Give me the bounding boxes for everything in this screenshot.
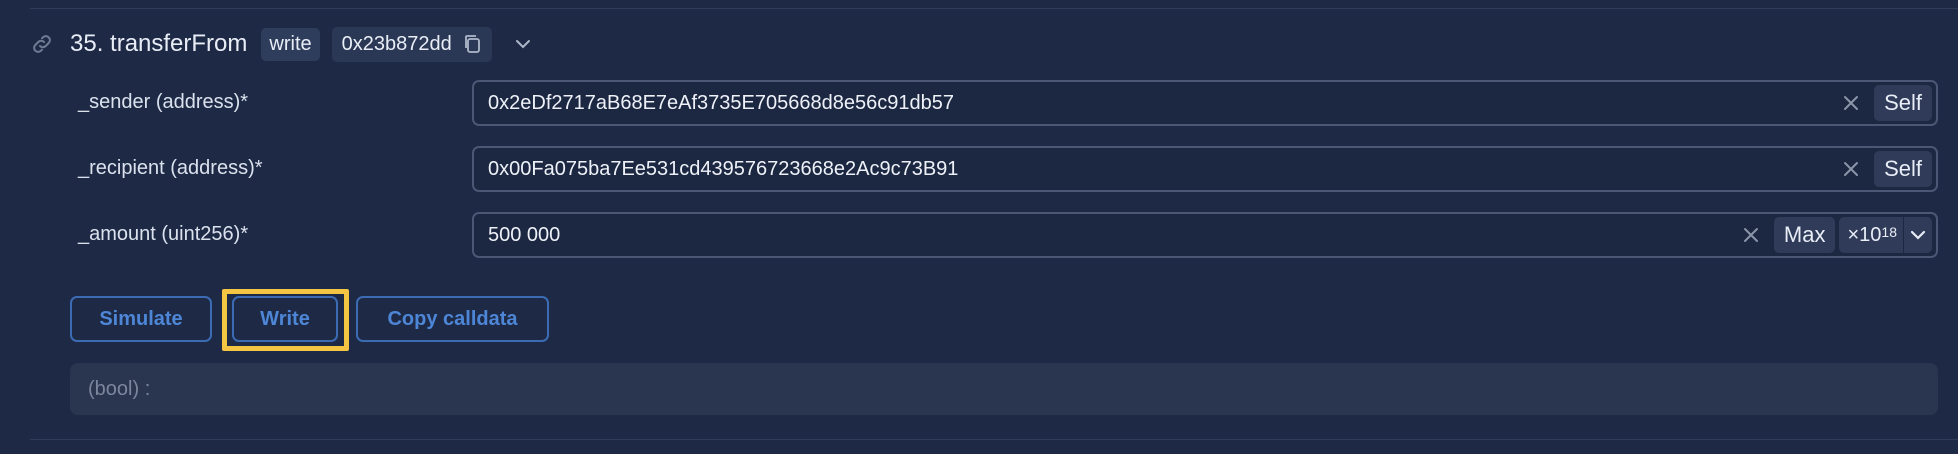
clear-icon[interactable] — [1838, 156, 1864, 182]
function-title: 35. transferFrom — [70, 30, 248, 57]
recipient-field[interactable]: 0x00Fa075ba7Ee531cd439576723668e2Ac9c73B… — [472, 146, 1938, 192]
result-output: (bool) : — [70, 363, 1938, 415]
self-button[interactable]: Self — [1874, 85, 1932, 121]
amount-label: _amount (uint256)* — [78, 223, 249, 245]
clear-icon[interactable] — [1838, 90, 1864, 116]
link-icon[interactable] — [28, 30, 56, 58]
decimals-base: ×10 — [1847, 223, 1882, 246]
sender-input[interactable]: 0x2eDf2717aB68E7eAf3735E705668d8e56c91db… — [474, 92, 1838, 115]
recipient-label: _recipient (address)* — [78, 157, 263, 179]
selector-chip[interactable]: 0x23b872dd — [331, 26, 492, 62]
divider-bottom — [30, 439, 1958, 440]
self-button[interactable]: Self — [1874, 151, 1932, 187]
sender-field[interactable]: 0x2eDf2717aB68E7eAf3735E705668d8e56c91db… — [472, 80, 1938, 126]
copy-calldata-button[interactable]: Copy calldata — [356, 296, 549, 342]
simulate-button[interactable]: Simulate — [70, 296, 212, 342]
write-button-highlight — [222, 289, 349, 351]
chevron-down-icon[interactable] — [1910, 224, 1926, 247]
amount-field[interactable]: 500 000 Max ×10 18 — [472, 212, 1938, 258]
contract-function-panel: 35. transferFrom write 0x23b872dd _sende… — [0, 0, 1958, 454]
decimals-select[interactable]: ×10 18 — [1839, 217, 1932, 253]
max-button[interactable]: Max — [1773, 217, 1836, 253]
write-badge: write — [261, 27, 320, 61]
divider-top — [30, 8, 1958, 9]
chevron-down-icon[interactable] — [512, 33, 534, 55]
sender-label: _sender (address)* — [78, 91, 249, 113]
amount-input[interactable]: 500 000 — [474, 224, 1738, 247]
copy-icon[interactable] — [462, 33, 482, 55]
selector-value: 0x23b872dd — [341, 32, 452, 55]
recipient-input[interactable]: 0x00Fa075ba7Ee531cd439576723668e2Ac9c73B… — [474, 158, 1838, 181]
clear-icon[interactable] — [1738, 222, 1764, 248]
decimals-exponent: 18 — [1881, 224, 1897, 240]
divider — [1903, 217, 1904, 253]
function-header: 35. transferFrom write 0x23b872dd — [28, 24, 534, 64]
result-text: (bool) : — [88, 377, 151, 400]
